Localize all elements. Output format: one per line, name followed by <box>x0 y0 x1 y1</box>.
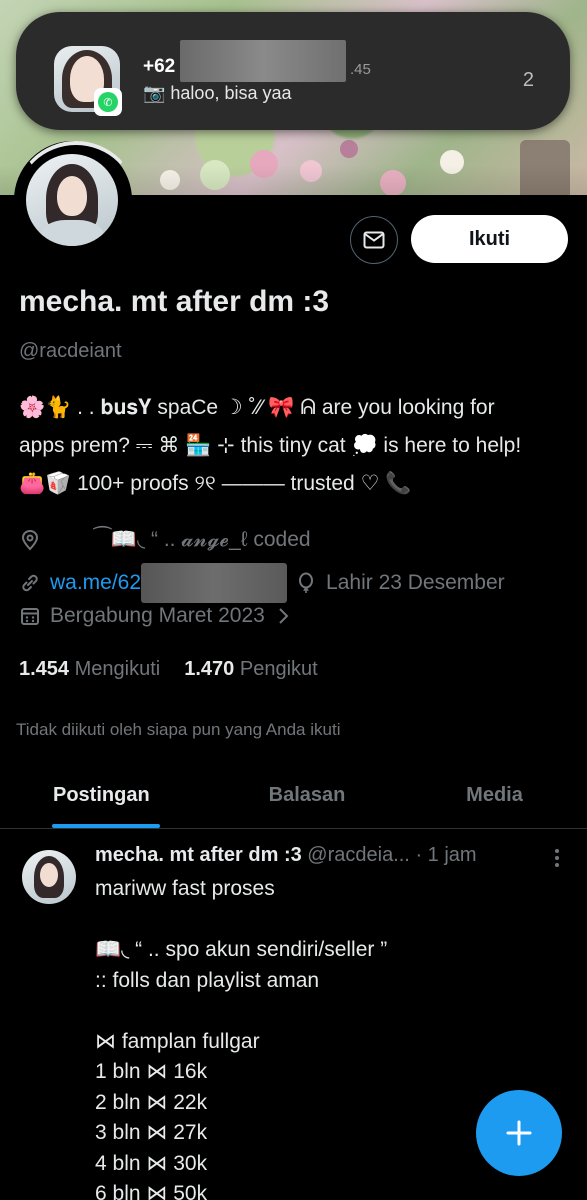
notification-time: .45 <box>350 61 371 78</box>
redaction-block <box>180 40 346 82</box>
post-avatar[interactable] <box>22 850 76 904</box>
profile-bio: 🌸🐈 . . 𝐛𝐮𝐬𝐘 spaCe ☽ ˚⁄⁄ 🎀 ᕱ are you look… <box>19 389 579 503</box>
tab-replies[interactable]: Balasan <box>212 770 402 828</box>
bio-line: 👛🥡 100+ proofs ୨୧ ——— trusted ♡ 📞 <box>19 472 412 495</box>
more-options-icon[interactable] <box>548 846 566 870</box>
tab-label: Postingan <box>53 784 150 806</box>
following-label: Mengikuti <box>74 658 161 680</box>
tab-posts[interactable]: Postingan <box>0 770 212 828</box>
notification-sender: +62 <box>143 56 176 77</box>
profile-joined: Bergabung Maret 2023 <box>19 604 289 628</box>
link-icon <box>19 572 41 594</box>
profile-link-row: wa.me/62 Lahir 23 Desember <box>19 563 505 603</box>
message-button[interactable] <box>350 216 398 264</box>
bio-line: apps prem? ⎓ ⌘ 🏪 ⊹ this tiny cat 💭 is he… <box>19 434 522 457</box>
tab-media[interactable]: Media <box>402 770 587 828</box>
profile-location: ⁀📖◟ “ .. 𝓪𝓷𝓰𝓮_ℓ coded <box>19 527 311 552</box>
post-time[interactable]: · 1 jam <box>415 844 476 866</box>
tab-label: Balasan <box>268 784 346 806</box>
joined-text: Bergabung Maret 2023 <box>50 604 265 627</box>
follow-button[interactable]: Ikuti <box>411 215 568 263</box>
compose-button[interactable] <box>476 1090 562 1176</box>
post-author-handle[interactable]: @racdeia... <box>307 844 410 866</box>
post-header: mecha. mt after dm :3 @racdeia... · 1 ja… <box>95 844 477 867</box>
location-pin-icon <box>19 529 41 551</box>
balloon-icon <box>295 572 317 594</box>
not-followed-note: Tidak diikuti oleh siapa pun yang Anda i… <box>16 720 341 739</box>
birthday-text: Lahir 23 Desember <box>326 571 505 594</box>
following-link[interactable]: 1.454 Mengikuti <box>19 658 160 680</box>
tab-label: Media <box>466 784 523 806</box>
followers-count: 1.470 <box>184 658 235 680</box>
following-count: 1.454 <box>19 658 70 680</box>
followers-label: Pengikut <box>239 658 318 680</box>
calendar-icon <box>19 605 41 627</box>
redaction-block <box>141 563 288 603</box>
whatsapp-icon: ✆ <box>94 88 122 116</box>
followers-link[interactable]: 1.470 Pengikut <box>184 658 317 680</box>
location-text: ⁀📖◟ “ .. 𝓪𝓷𝓰𝓮_ℓ coded <box>94 528 311 551</box>
plus-icon <box>506 1120 532 1146</box>
post-text: mariww fast proses 📖◟ “ .. spo akun send… <box>95 877 388 1200</box>
mail-icon <box>363 231 385 249</box>
post-author-name[interactable]: mecha. mt after dm :3 <box>95 844 302 866</box>
chevron-right-icon[interactable] <box>277 607 289 625</box>
active-tab-indicator <box>52 824 160 828</box>
profile-link[interactable]: wa.me/62 <box>50 571 141 595</box>
profile-tabs: Postingan Balasan Media <box>0 770 587 829</box>
whatsapp-notification[interactable]: ✆ +62 .45 📷 haloo, bisa yaa 2 <box>16 12 570 130</box>
profile-stats: 1.454 Mengikuti 1.470 Pengikut <box>19 658 318 681</box>
notification-message: 📷 haloo, bisa yaa <box>143 83 292 103</box>
notification-count: 2 <box>522 69 534 91</box>
profile-name: mecha. mt after dm :3 <box>19 285 330 318</box>
profile-avatar[interactable] <box>26 154 118 246</box>
bio-line: 🌸🐈 . . 𝐛𝐮𝐬𝐘 spaCe ☽ ˚⁄⁄ 🎀 ᕱ are you look… <box>19 396 495 419</box>
profile-handle: @racdeiant <box>19 340 122 362</box>
